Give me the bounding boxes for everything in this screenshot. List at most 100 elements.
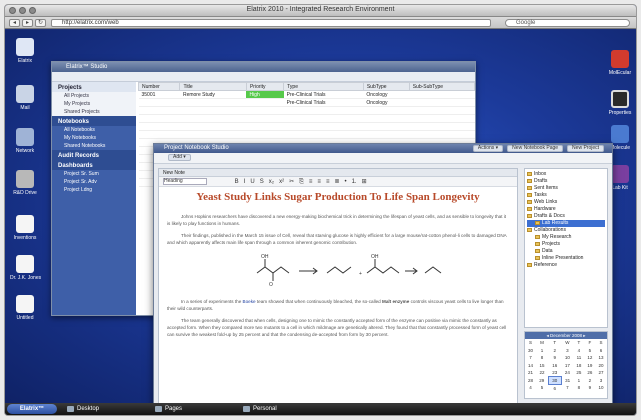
calendar-day[interactable]: 10 <box>561 354 573 362</box>
sidebar-section-header[interactable]: Projects <box>52 82 136 92</box>
format-tool-button[interactable]: x² <box>279 179 284 185</box>
taskbar-item[interactable]: Desktop <box>67 405 99 413</box>
sidebar-item[interactable]: Project Sr. Adv <box>52 178 136 186</box>
column-header[interactable]: Sub-SubType <box>408 82 476 91</box>
boeke-link[interactable]: Boeke <box>243 299 256 304</box>
desktop-item[interactable]: Dr. J.K. Jones <box>10 255 41 281</box>
tree-item[interactable]: Data <box>527 248 605 255</box>
format-tool-button[interactable]: ⊞ <box>362 179 367 185</box>
forward-button[interactable]: ▸ <box>22 19 33 27</box>
format-tool-button[interactable]: ≣ <box>334 179 339 185</box>
tree-item[interactable]: Collaborations <box>527 227 605 234</box>
format-tool-button[interactable]: 1. <box>352 179 357 185</box>
calendar-day[interactable]: 7 <box>525 354 536 362</box>
calendar-day[interactable]: 20 <box>595 362 606 370</box>
calendar-day[interactable]: 15 <box>536 362 548 370</box>
format-tool-button[interactable]: I <box>244 179 246 185</box>
sidebar-section-header[interactable]: Notebooks <box>52 116 136 126</box>
table-row[interactable]: Pre-Clinical Trials Oncology <box>138 98 475 107</box>
format-tool-button[interactable]: ≡ <box>317 179 321 185</box>
sidebar-section-header[interactable]: Audit Records <box>52 150 136 160</box>
calendar-day[interactable]: 11 <box>573 354 584 362</box>
calendar-day[interactable]: 29 <box>536 377 548 385</box>
calendar-day[interactable]: 24 <box>561 369 573 377</box>
format-tool-button[interactable]: x₂ <box>269 179 274 185</box>
calendar-day[interactable]: 4 <box>525 384 536 392</box>
column-header[interactable]: Title <box>179 82 247 91</box>
tree-item[interactable]: My Research <box>527 234 605 241</box>
calendar-day[interactable]: 17 <box>561 362 573 370</box>
reload-button[interactable]: ↻ <box>35 19 46 27</box>
calendar-day[interactable]: 13 <box>595 354 606 362</box>
sidebar-item[interactable]: All Notebooks <box>52 126 136 134</box>
style-select[interactable]: Heading <box>163 177 207 185</box>
calendar-day[interactable]: 25 <box>573 369 584 377</box>
calendar-day[interactable]: 1 <box>573 377 584 385</box>
tree-item[interactable]: Drafts & Docs <box>527 213 605 220</box>
calendar-title[interactable]: ◂ December 2008 ▸ <box>525 332 607 339</box>
calendar-day[interactable]: 14 <box>525 362 536 370</box>
format-tool-button[interactable]: B <box>235 179 239 185</box>
desktop-item[interactable]: Untitled <box>10 295 40 321</box>
tree-item[interactable]: Lab Results <box>527 220 605 227</box>
sidebar-item[interactable]: Shared Notebooks <box>52 142 136 150</box>
desktop-item[interactable]: MolEcular <box>605 50 635 76</box>
table-row[interactable]: 35001 Remore Study High Pre-Clinical Trials… <box>138 90 475 99</box>
toolbar-action-button[interactable]: New Notebook Page <box>507 145 564 153</box>
calendar-day[interactable]: 8 <box>573 384 584 392</box>
format-tool-button[interactable]: U <box>250 179 254 185</box>
note-editor[interactable]: New Note Heading B I U Sx₂ x² ✂ ⎘ ≡ ≡ ≡ ≣ • 1. ⊞ Yeas… <box>158 168 518 408</box>
format-tool-button[interactable]: ⎘ <box>299 179 304 185</box>
calendar-day[interactable]: 27 <box>595 369 606 377</box>
column-header[interactable]: Number <box>137 82 181 91</box>
column-header[interactable]: SubType <box>362 82 410 91</box>
calendar-day[interactable]: 19 <box>584 362 595 370</box>
calendar-day[interactable]: 16 <box>548 362 561 370</box>
toolbar-action-button[interactable]: New Project <box>567 145 604 153</box>
calendar-day[interactable]: 30 <box>525 347 536 355</box>
tree-item[interactable]: Web Links <box>527 199 605 206</box>
tree-item[interactable]: Tasks <box>527 192 605 199</box>
taskbar-item[interactable]: Personal <box>243 405 277 413</box>
calendar-day[interactable]: 26 <box>584 369 595 377</box>
calendar-day[interactable]: 22 <box>536 369 548 377</box>
tree-item[interactable]: Hardware <box>527 206 605 213</box>
calendar-day[interactable]: 6 <box>548 384 561 392</box>
calendar-day[interactable]: 4 <box>573 347 584 355</box>
sidebar-item[interactable]: My Notebooks <box>52 134 136 142</box>
tree-item[interactable]: Sent Items <box>527 185 605 192</box>
desktop-item[interactable]: Inventions <box>10 215 40 241</box>
toolbar-action-button[interactable]: Actions ▾ <box>472 145 504 153</box>
format-tool-button[interactable]: S <box>260 179 264 185</box>
start-button[interactable]: Elatrix™ <box>7 404 57 414</box>
column-header[interactable]: Priority <box>245 82 285 91</box>
sidebar-item[interactable]: Project Ldng <box>52 186 136 194</box>
calendar-day[interactable]: 9 <box>584 384 595 392</box>
tree-item[interactable]: Drafts <box>527 178 605 185</box>
calendar-day[interactable]: 28 <box>525 377 536 385</box>
calendar-day[interactable]: 30 <box>547 376 562 385</box>
search-field[interactable]: Google <box>505 19 630 27</box>
format-tool-button[interactable]: ≡ <box>326 179 330 185</box>
sidebar-item[interactable]: Project Sr. Sum <box>52 170 136 178</box>
calendar-day[interactable]: 31 <box>561 377 573 385</box>
sidebar-item[interactable]: My Projects <box>52 100 136 108</box>
add-button[interactable]: Add ▾ <box>168 154 191 162</box>
format-tool-button[interactable]: ✂ <box>289 179 294 185</box>
column-header[interactable]: Type <box>283 82 364 91</box>
tree-item[interactable]: Reference <box>527 262 605 269</box>
desktop-item[interactable]: R&D Drive <box>10 170 40 196</box>
calendar-day[interactable]: 9 <box>548 354 561 362</box>
calendar-day[interactable]: 2 <box>548 347 561 355</box>
calendar-day[interactable]: 3 <box>561 347 573 355</box>
calendar-day[interactable]: 3 <box>595 377 606 385</box>
calendar-day[interactable]: 2 <box>584 377 595 385</box>
back-button[interactable]: ◂ <box>9 19 20 27</box>
calendar-day[interactable]: 12 <box>584 354 595 362</box>
calendar-day[interactable]: 5 <box>536 384 548 392</box>
calendar-day[interactable]: 5 <box>584 347 595 355</box>
desktop-item[interactable]: Mail <box>10 85 40 111</box>
calendar-day[interactable]: 18 <box>573 362 584 370</box>
calendar-day[interactable]: 21 <box>525 369 536 377</box>
calendar-day[interactable]: 1 <box>536 347 548 355</box>
